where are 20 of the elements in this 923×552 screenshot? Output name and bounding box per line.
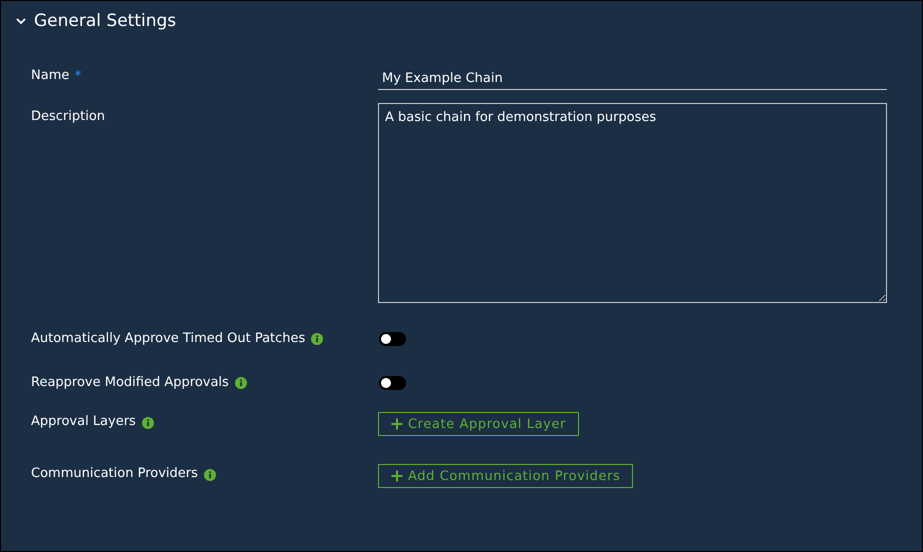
field-label: Automatically Approve Timed Out Patches [31, 330, 306, 348]
info-icon[interactable] [142, 416, 154, 428]
add-button[interactable]: Create Approval Layer [378, 412, 579, 436]
toggle-switch[interactable] [379, 376, 406, 390]
plus-icon [391, 418, 403, 430]
chevron-icon[interactable] [16, 18, 26, 24]
plus-icon [391, 470, 403, 482]
field-label: Name [31, 67, 70, 85]
field-label: Approval Layers [31, 413, 136, 431]
field-label: Reapprove Modified Approvals [31, 374, 229, 392]
info-icon[interactable] [204, 468, 216, 480]
name-field[interactable]: My Example Chain [378, 71, 887, 90]
description-field[interactable]: A basic chain for demonstration purposes [378, 103, 887, 303]
info-icon[interactable] [234, 377, 247, 389]
add-button[interactable]: Add Communication Providers [378, 464, 634, 488]
info-icon[interactable] [311, 333, 324, 345]
field-label: Description [31, 108, 106, 126]
field-label: Communication Providers [31, 465, 198, 483]
toggle-switch[interactable] [379, 332, 406, 346]
section-title: General Settings [34, 11, 176, 31]
